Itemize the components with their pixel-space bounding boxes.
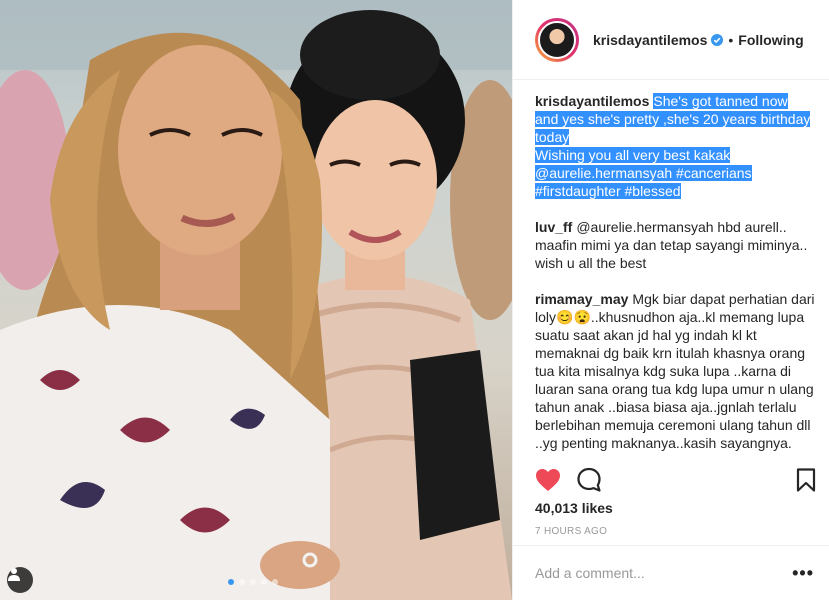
verified-badge-icon — [711, 33, 724, 46]
carousel-indicator — [228, 579, 278, 585]
post-timestamp[interactable]: 7 HOURS AGO — [535, 526, 607, 537]
comment-item: rimamay_may Mgk biar dapat perhatian dari… — [535, 290, 817, 452]
avatar-image — [538, 20, 576, 59]
comment-author[interactable]: rimamay_may — [535, 291, 628, 307]
following-button[interactable]: Following — [738, 32, 803, 48]
caption-author[interactable]: krisdayantilemos — [535, 93, 649, 109]
comment-bubble-icon[interactable] — [576, 467, 602, 493]
post-side-panel: krisdayantilemos • Following krisdayanti… — [512, 0, 829, 600]
caption-line: and yes she's pretty ,she's 20 years bir… — [535, 111, 811, 127]
avatar[interactable] — [535, 17, 579, 62]
comment-text: @aurelie.hermansyah hbd aurell.. maafin … — [535, 219, 808, 271]
comment-author[interactable]: luv_ff — [535, 219, 572, 235]
post-actions — [535, 462, 817, 498]
person-tag-icon — [8, 568, 20, 581]
photo-illustration — [0, 0, 512, 600]
caption-line: #firstdaughter #blessed — [535, 183, 681, 199]
caption: krisdayantilemos She's got tanned now and… — [535, 92, 817, 200]
post-header: krisdayantilemos • Following — [513, 0, 829, 80]
username-link[interactable]: krisdayantilemos — [593, 32, 707, 48]
carousel-dot — [239, 579, 245, 585]
comment-input[interactable] — [535, 565, 793, 581]
caption-line: today — [535, 129, 570, 145]
tag-people-button[interactable] — [7, 567, 33, 593]
comment-text: Mgk biar dapat perhatian dari loly😊😧..kh… — [535, 291, 815, 451]
heart-icon[interactable] — [535, 468, 561, 492]
carousel-dot — [250, 579, 256, 585]
carousel-dot — [261, 579, 267, 585]
likes-count[interactable]: 40,013 likes — [535, 500, 613, 516]
caption-line: @aurelie.hermansyah #cancerians — [535, 165, 752, 181]
add-comment-bar: ••• — [513, 545, 829, 600]
bookmark-icon[interactable] — [795, 468, 817, 492]
carousel-dot — [228, 579, 234, 585]
comments-list[interactable]: krisdayantilemos She's got tanned now and… — [535, 92, 817, 457]
carousel-dot — [272, 579, 278, 585]
caption-line: She's got tanned now — [653, 93, 788, 109]
header-separator: • — [728, 31, 734, 48]
caption-line: Wishing you all very best kakak — [535, 147, 731, 163]
more-options-button[interactable]: ••• — [792, 563, 814, 584]
comment-item: luv_ff @aurelie.hermansyah hbd aurell.. m… — [535, 218, 817, 272]
post-photo[interactable] — [0, 0, 512, 600]
